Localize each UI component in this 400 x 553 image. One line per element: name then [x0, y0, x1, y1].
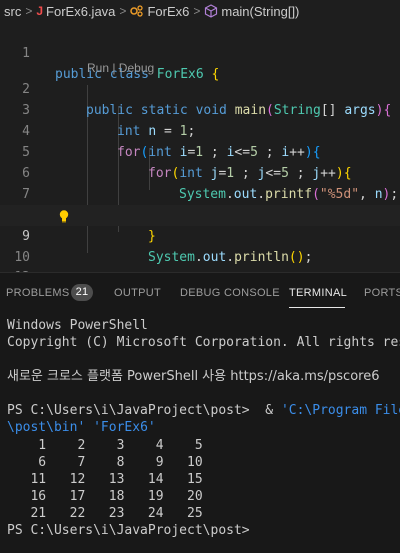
code-line-7: 7 n++;: [0, 163, 400, 223]
terminal-string: 'ForEx6': [93, 420, 156, 435]
breadcrumb-file[interactable]: J ForEx6.java: [36, 4, 115, 19]
code-line-3: 3 int n = 1;: [0, 79, 400, 139]
breadcrumb-class[interactable]: ForEx6: [130, 4, 189, 19]
code-line-5: 5 for(int j=1 ; j<=5 ; j++){: [0, 121, 400, 181]
chevron-right-icon: >: [119, 4, 127, 18]
code-lens-row: Run | Debug: [0, 41, 400, 75]
terminal-output-row: 11 12 13 14 15: [7, 472, 203, 487]
panel-tabs: PROBLEMS 21 OUTPUT DEBUG CONSOLE TERMINA…: [0, 273, 400, 313]
terminal-string: \post\bin': [7, 420, 86, 435]
code-line-2: 2 public static void main(String[] args)…: [0, 58, 400, 118]
terminal-output-row: 1 2 3 4 5: [7, 438, 203, 453]
terminal-line: 새로운 크로스 플랫폼 PowerShell 사용 https://aka.ms…: [7, 369, 380, 384]
terminal-line: Windows PowerShell: [7, 318, 148, 333]
tab-debug-console[interactable]: DEBUG CONSOLE: [180, 287, 280, 299]
terminal-output-row: 6 7 8 9 10: [7, 455, 203, 470]
terminal-string: 'C:\Program Files\Java: [280, 403, 400, 418]
terminal-command-line-cont: \post\bin' 'ForEx6': [7, 419, 156, 436]
tab-problems[interactable]: PROBLEMS: [6, 287, 70, 299]
bottom-panel: PROBLEMS 21 OUTPUT DEBUG CONSOLE TERMINA…: [0, 272, 400, 553]
code-editor[interactable]: 1 public class ForEx6 { Run | Debug 2 pu…: [0, 22, 400, 272]
terminal-command-line: PS C:\Users\i\JavaProject\post> & 'C:\Pr…: [7, 402, 400, 419]
terminal-output-row: 21 22 23 24 25: [7, 506, 203, 521]
code-line-6: 6 System.out.printf("%5d", n);: [0, 142, 400, 202]
method-cube-icon: [205, 4, 218, 18]
breadcrumb-file-label: ForEx6.java: [46, 3, 116, 19]
chevron-right-icon: >: [193, 4, 201, 18]
code-line-8: 8 }: [0, 184, 400, 244]
breadcrumb-class-label: ForEx6: [147, 3, 190, 19]
terminal-prompt: PS C:\Users\i\JavaProject\post> &: [7, 403, 281, 418]
class-icon: [130, 5, 144, 17]
tab-ports[interactable]: PORTS: [364, 287, 400, 299]
terminal-output-row: 16 17 18 19 20: [7, 489, 203, 504]
java-file-icon: J: [36, 4, 44, 18]
tab-output[interactable]: OUTPUT: [114, 287, 161, 299]
code-lines-tail: 12 } 13: [0, 246, 400, 272]
tab-terminal[interactable]: TERMINAL: [289, 287, 347, 299]
terminal-prompt-line: PS C:\Users\i\JavaProject\post>: [7, 523, 250, 538]
breadcrumb-src[interactable]: src: [4, 4, 21, 19]
code-line-1: 1 public class ForEx6 {: [0, 22, 400, 82]
terminal-space: [85, 420, 93, 435]
terminal-output[interactable]: Windows PowerShell Copyright (C) Microso…: [7, 317, 400, 553]
active-tab-indicator: [289, 307, 345, 308]
problems-count-badge: 21: [71, 284, 93, 301]
code-line-12: 12 }: [0, 246, 400, 272]
breadcrumb: src > J ForEx6.java > ForEx6 > main(Stri…: [0, 0, 400, 22]
breadcrumb-method-label: main(String[]): [221, 3, 300, 19]
breadcrumb-method[interactable]: main(String[]): [204, 4, 299, 19]
code-line-10: 10 }: [0, 226, 400, 272]
code-line-4: 4 for(int i=1 ; i<=5 ; i++){: [0, 100, 400, 160]
chevron-right-icon: >: [25, 4, 33, 18]
terminal-line: Copyright (C) Microsoft Corporation. All…: [7, 335, 400, 350]
lightbulb-icon[interactable]: [57, 209, 71, 223]
